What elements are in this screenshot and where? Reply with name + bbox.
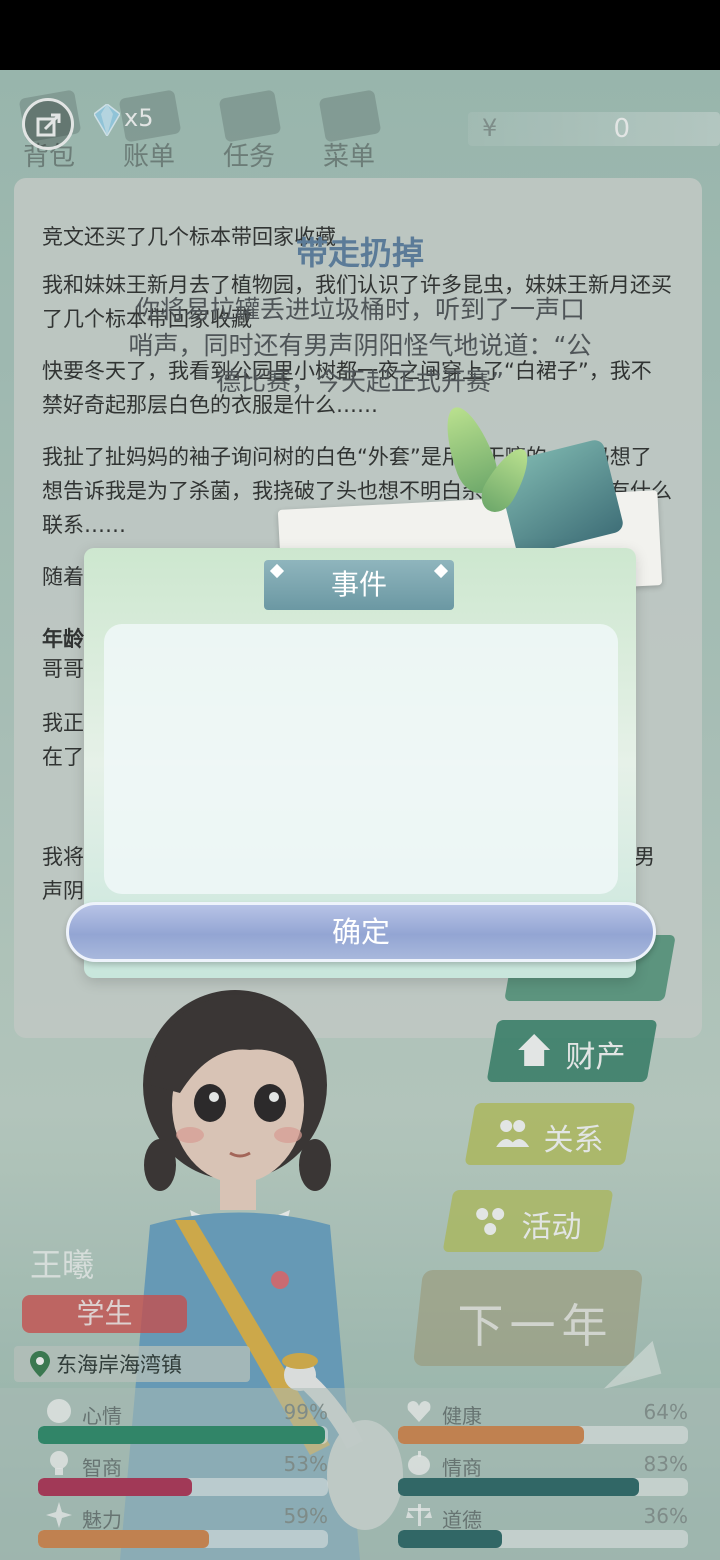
event-header-label: 事件 — [330, 568, 387, 601]
event-title: 带走扔掉 — [295, 234, 424, 272]
game-screen: 背包 账单 任务 菜单 x5 ¥ 0 竞文还买了几个标本带回家收藏 我和妹妹王新… — [0, 70, 720, 1560]
confirm-label: 确定 — [331, 915, 390, 949]
status-bar — [0, 0, 720, 70]
confirm-button[interactable]: 确定 — [66, 902, 656, 962]
event-description: 你将易拉罐丢进垃圾桶时，听到了一声口哨声，同时还有男声阴阳怪气地说道：“公德比赛… — [128, 295, 592, 396]
event-modal-header: 事件 — [264, 560, 454, 610]
event-modal-body — [104, 624, 618, 894]
